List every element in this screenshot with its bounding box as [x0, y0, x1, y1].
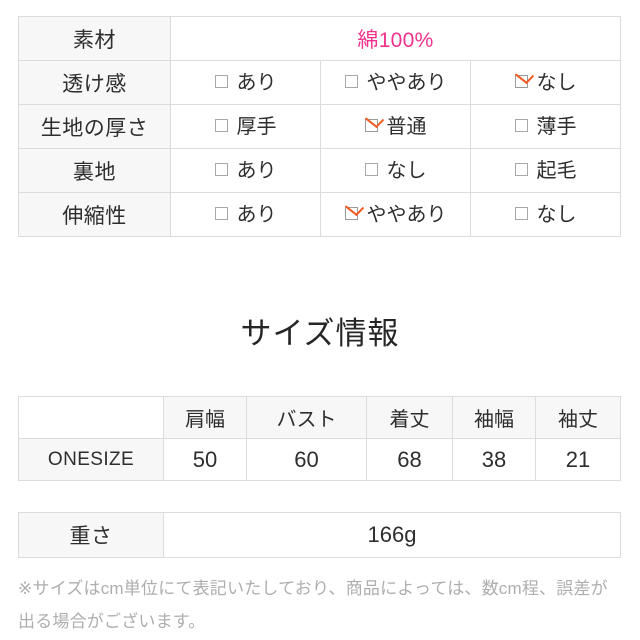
column-header-length: 着丈 — [366, 396, 453, 439]
row-label-transparency: 透け感 — [18, 60, 171, 105]
table-header-row: 肩幅 バスト 着丈 袖幅 袖丈 — [18, 396, 621, 439]
row-label-stretch: 伸縮性 — [18, 192, 171, 237]
option-label: あり — [236, 159, 277, 182]
option-label: 起毛 — [536, 159, 577, 182]
size-table: 肩幅 バスト 着丈 袖幅 袖丈 ONESIZE 50 60 68 38 21 — [18, 396, 621, 481]
option-cell[interactable]: なし — [320, 148, 471, 193]
option-cell[interactable]: ややあり — [320, 192, 471, 237]
row-label-weight: 重さ — [18, 512, 164, 558]
checkbox-unchecked-icon[interactable] — [514, 119, 528, 132]
table-row-material: 素材 綿100% — [18, 16, 622, 61]
option-cell[interactable]: 普通 — [320, 104, 471, 149]
option-cell[interactable]: なし — [469, 60, 622, 105]
product-spec-page: 素材 綿100% 透け感 あり ややあり なし 生地の厚さ 厚手 普通 薄手 裏… — [0, 0, 640, 640]
checkbox-unchecked-icon[interactable] — [214, 75, 228, 88]
size-value-sleeve-width: 38 — [452, 438, 536, 481]
option-cell[interactable]: あり — [170, 148, 321, 193]
row-label-material: 素材 — [18, 16, 171, 61]
option-cell[interactable]: なし — [469, 192, 622, 237]
checkbox-unchecked-icon[interactable] — [514, 207, 528, 220]
row-label-onesize: ONESIZE — [18, 438, 164, 481]
size-note-text: ※サイズはcm単位にて表記いたしており、商品によっては、数cm程、誤差が出る場合… — [18, 579, 608, 632]
option-label: なし — [536, 71, 577, 94]
option-cell[interactable]: あり — [170, 192, 321, 237]
option-cell[interactable]: 起毛 — [469, 148, 622, 193]
checkbox-unchecked-icon[interactable] — [364, 163, 378, 176]
corner-cell — [18, 396, 164, 439]
weight-value: 166g — [163, 512, 621, 558]
material-spec-table: 素材 綿100% 透け感 あり ややあり なし 生地の厚さ 厚手 普通 薄手 裏… — [18, 16, 622, 237]
option-cell[interactable]: 薄手 — [469, 104, 622, 149]
column-header-sleeve-length: 袖丈 — [535, 396, 621, 439]
option-label: ややあり — [366, 71, 447, 94]
checkbox-checked-icon[interactable] — [364, 119, 378, 132]
option-label: なし — [386, 159, 427, 182]
column-header-sleeve-width: 袖幅 — [452, 396, 536, 439]
option-label: ややあり — [366, 203, 447, 226]
option-label: あり — [236, 203, 277, 226]
table-row: 裏地 あり なし 起毛 — [18, 148, 622, 193]
checkbox-checked-icon[interactable] — [344, 207, 358, 220]
option-cell[interactable]: あり — [170, 60, 321, 105]
option-label: 普通 — [386, 115, 427, 138]
table-row: ONESIZE 50 60 68 38 21 — [18, 438, 621, 481]
checkbox-unchecked-icon[interactable] — [514, 163, 528, 176]
weight-table: 重さ 166g — [18, 512, 621, 558]
size-value-shoulder: 50 — [163, 438, 247, 481]
checkbox-checked-icon[interactable] — [514, 75, 528, 88]
table-row: 生地の厚さ 厚手 普通 薄手 — [18, 104, 622, 149]
checkbox-unchecked-icon[interactable] — [214, 119, 228, 132]
page-title-size-info: サイズ情報 — [240, 316, 400, 351]
size-value-sleeve-length: 21 — [535, 438, 621, 481]
table-row: 伸縮性 あり ややあり なし — [18, 192, 622, 237]
option-label: なし — [536, 203, 577, 226]
material-value: 綿100% — [169, 16, 622, 61]
table-row: 重さ 166g — [18, 512, 621, 558]
option-cell[interactable]: 厚手 — [170, 104, 321, 149]
checkbox-unchecked-icon[interactable] — [344, 75, 358, 88]
checkbox-unchecked-icon[interactable] — [214, 207, 228, 220]
table-row: 透け感 あり ややあり なし — [18, 60, 622, 105]
row-label-lining: 裏地 — [18, 148, 171, 193]
option-label: 薄手 — [536, 115, 577, 138]
column-header-bust: バスト — [246, 396, 367, 439]
column-header-shoulder: 肩幅 — [163, 396, 247, 439]
size-value-bust: 60 — [246, 438, 367, 481]
option-cell[interactable]: ややあり — [320, 60, 471, 105]
option-label: あり — [236, 71, 277, 94]
checkbox-unchecked-icon[interactable] — [214, 163, 228, 176]
size-value-length: 68 — [366, 438, 453, 481]
option-label: 厚手 — [236, 115, 277, 138]
row-label-thickness: 生地の厚さ — [18, 104, 171, 149]
